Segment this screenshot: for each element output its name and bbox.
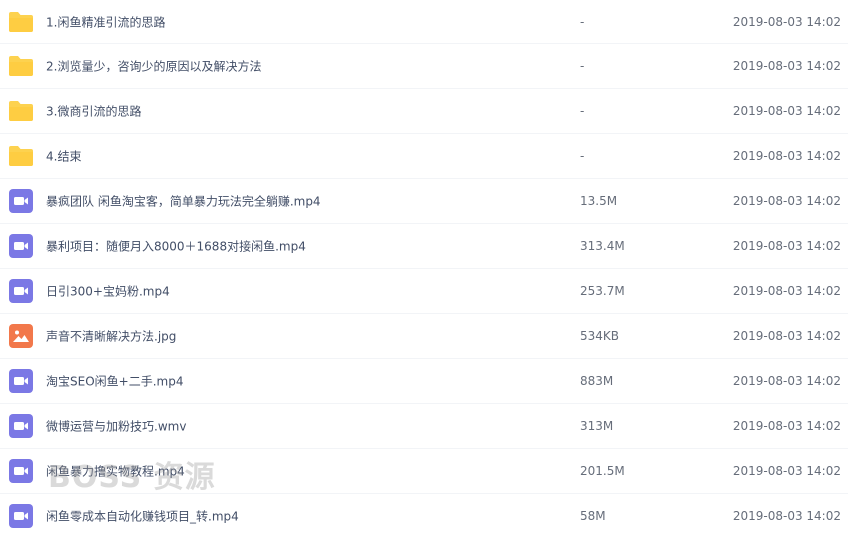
file-row[interactable]: 暴利项目：随便月入8000＋1688对接闲鱼.mp4 313.4M 2019-0… — [0, 224, 848, 269]
folder-icon — [9, 101, 33, 121]
file-row[interactable]: 淘宝SEO闲鱼+二手.mp4 883M 2019-08-03 14:02 — [0, 359, 848, 404]
file-name[interactable]: 淘宝SEO闲鱼+二手.mp4 — [46, 373, 183, 390]
folder-icon — [9, 11, 33, 32]
file-size: - — [580, 14, 585, 29]
file-size: 13.5M — [580, 194, 618, 208]
file-row[interactable]: 2.浏览量少，咨询少的原因以及解决方法 - 2019-08-03 14:02 — [0, 44, 848, 89]
file-name[interactable]: 2.浏览量少，咨询少的原因以及解决方法 — [46, 58, 261, 75]
video-file-icon — [9, 234, 33, 258]
file-row[interactable]: 暴疯团队 闲鱼淘宝客，简单暴力玩法完全躺赚.mp4 13.5M 2019-08-… — [0, 179, 848, 224]
file-list: 1.闲鱼精准引流的思路 - 2019-08-03 14:02 2.浏览量少，咨询… — [0, 0, 848, 538]
file-name[interactable]: 暴疯团队 闲鱼淘宝客，简单暴力玩法完全躺赚.mp4 — [46, 193, 321, 210]
file-row[interactable]: 4.结束 - 2019-08-03 14:02 — [0, 134, 848, 179]
file-size: - — [580, 59, 585, 73]
video-file-icon — [9, 369, 33, 393]
file-modified-date: 2019-08-03 14:02 — [732, 104, 841, 118]
file-modified-date: 2019-08-03 14:02 — [732, 419, 841, 433]
file-row[interactable]: 1.闲鱼精准引流的思路 - 2019-08-03 14:02 — [0, 0, 848, 44]
file-row[interactable]: 日引300+宝妈粉.mp4 253.7M 2019-08-03 14:02 — [0, 269, 848, 314]
folder-icon — [9, 56, 33, 76]
video-file-icon — [9, 279, 33, 303]
file-modified-date: 2019-08-03 14:02 — [732, 329, 841, 343]
file-modified-date: 2019-08-03 14:02 — [732, 59, 841, 73]
file-row[interactable]: 声音不清晰解决方法.jpg 534KB 2019-08-03 14:02 — [0, 314, 848, 359]
video-file-icon — [9, 504, 33, 528]
folder-icon — [9, 146, 33, 166]
file-name[interactable]: 3.微商引流的思路 — [46, 103, 141, 120]
file-name[interactable]: 1.闲鱼精准引流的思路 — [46, 13, 165, 30]
file-size: 58M — [580, 509, 606, 523]
video-file-icon — [9, 459, 33, 483]
file-size: 313M — [580, 419, 614, 433]
file-size: 201.5M — [580, 464, 625, 478]
file-modified-date: 2019-08-03 14:02 — [732, 509, 841, 523]
file-size: 534KB — [580, 329, 620, 343]
video-file-icon — [9, 189, 33, 213]
video-file-icon — [9, 414, 33, 438]
file-modified-date: 2019-08-03 14:02 — [732, 284, 841, 298]
file-row[interactable]: 闲鱼暴力撸实物教程.mp4 201.5M 2019-08-03 14:02 — [0, 449, 848, 494]
file-modified-date: 2019-08-03 14:02 — [732, 194, 841, 208]
file-name[interactable]: 声音不清晰解决方法.jpg — [46, 328, 176, 345]
file-row[interactable]: 闲鱼零成本自动化赚钱项目_转.mp4 58M 2019-08-03 14:02 — [0, 494, 848, 538]
file-size: - — [580, 104, 585, 118]
file-name[interactable]: 闲鱼零成本自动化赚钱项目_转.mp4 — [46, 508, 239, 525]
file-size: - — [580, 149, 585, 163]
file-name[interactable]: 4.结束 — [46, 148, 81, 165]
file-row[interactable]: 3.微商引流的思路 - 2019-08-03 14:02 — [0, 89, 848, 134]
file-name[interactable]: 暴利项目：随便月入8000＋1688对接闲鱼.mp4 — [46, 238, 306, 255]
file-modified-date: 2019-08-03 14:02 — [732, 374, 841, 388]
file-name[interactable]: 日引300+宝妈粉.mp4 — [46, 283, 170, 300]
file-modified-date: 2019-08-03 14:02 — [732, 239, 841, 253]
file-name[interactable]: 微博运营与加粉技巧.wmv — [46, 418, 186, 435]
file-modified-date: 2019-08-03 14:02 — [732, 149, 841, 163]
file-name[interactable]: 闲鱼暴力撸实物教程.mp4 — [46, 463, 185, 480]
file-row[interactable]: 微博运营与加粉技巧.wmv 313M 2019-08-03 14:02 — [0, 404, 848, 449]
file-size: 883M — [580, 374, 614, 388]
file-size: 253.7M — [580, 284, 625, 298]
image-file-icon — [9, 324, 33, 348]
file-modified-date: 2019-08-03 14:02 — [732, 14, 841, 29]
file-size: 313.4M — [580, 239, 625, 253]
file-modified-date: 2019-08-03 14:02 — [732, 464, 841, 478]
